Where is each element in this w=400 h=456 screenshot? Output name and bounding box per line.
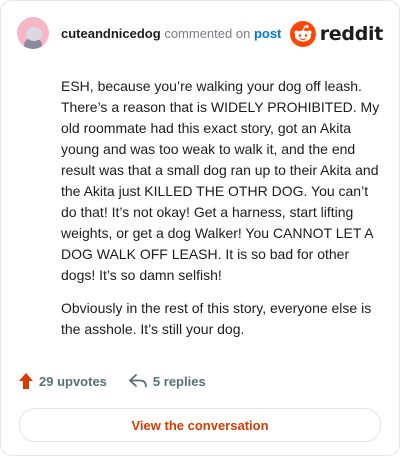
comment-header: cuteandnicedog commented on post reddit: [17, 17, 383, 51]
replies-button[interactable]: 5 replies: [129, 374, 206, 389]
comment-paragraph: ESH, because you’re walking your dog off…: [61, 78, 380, 283]
reddit-logo-icon: [289, 21, 316, 47]
post-link[interactable]: post: [254, 26, 281, 41]
comment-meta: cuteandnicedog commented on post: [61, 26, 281, 41]
reply-arrow-icon: [129, 374, 147, 388]
comment-paragraph: Obviously in the rest of this story, eve…: [61, 300, 372, 337]
user-avatar[interactable]: [17, 17, 49, 49]
comment-actions: 29 upvotes 5 replies: [19, 373, 228, 389]
reddit-wordmark: reddit: [319, 23, 384, 45]
avatar-head: [26, 27, 42, 41]
reddit-brand[interactable]: reddit: [289, 21, 384, 47]
upvote-arrow-icon: [19, 373, 33, 389]
username-link[interactable]: cuteandnicedog: [61, 26, 161, 41]
comment-card: cuteandnicedog commented on post reddit …: [0, 0, 400, 456]
view-conversation-button[interactable]: View the conversation: [19, 408, 381, 442]
upvote-count: 29 upvotes: [39, 373, 107, 389]
reply-count: 5 replies: [152, 373, 206, 389]
comment-body: ESH, because you’re walking your dog off…: [61, 76, 383, 352]
upvote-button[interactable]: 29 upvotes: [19, 373, 107, 389]
commented-on-text: commented on: [164, 26, 251, 41]
